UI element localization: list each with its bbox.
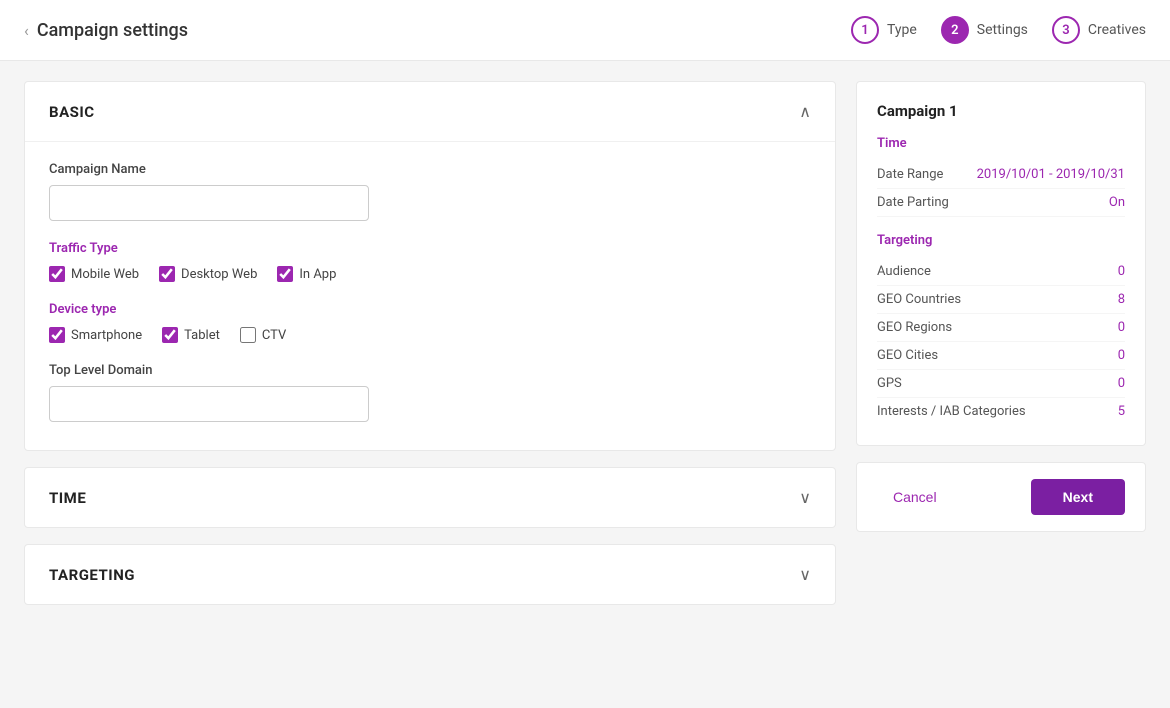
- targeting-section: TARGETING ∨: [24, 544, 836, 605]
- summary-iab-row: Interests / IAB Categories 5: [877, 398, 1125, 425]
- summary-gps-key: GPS: [877, 376, 902, 391]
- time-section-header[interactable]: TIME ∨: [25, 468, 835, 527]
- step-3[interactable]: 3 Creatives: [1052, 16, 1146, 44]
- ctv-label: CTV: [262, 328, 286, 343]
- step-3-label: Creatives: [1088, 22, 1146, 38]
- summary-date-parting-row: Date Parting On: [877, 189, 1125, 217]
- left-panel: BASIC ∧ Campaign Name Traffic Type Mobil…: [24, 81, 836, 688]
- summary-date-parting-key: Date Parting: [877, 195, 949, 210]
- summary-targeting-label: Targeting: [877, 233, 1125, 248]
- cancel-button[interactable]: Cancel: [877, 479, 953, 515]
- device-type-smartphone[interactable]: Smartphone: [49, 327, 142, 343]
- summary-geo-countries-key: GEO Countries: [877, 292, 961, 307]
- page-title: Campaign settings: [37, 20, 188, 41]
- top-level-domain-label: Top Level Domain: [49, 363, 811, 378]
- smartphone-label: Smartphone: [71, 328, 142, 343]
- summary-audience-key: Audience: [877, 264, 931, 279]
- campaign-name-input[interactable]: [49, 185, 369, 221]
- campaign-name-label: Campaign Name: [49, 162, 811, 177]
- step-2[interactable]: 2 Settings: [941, 16, 1028, 44]
- basic-section-header[interactable]: BASIC ∧: [25, 82, 835, 142]
- targeting-section-title: TARGETING: [49, 566, 135, 584]
- summary-geo-countries-row: GEO Countries 8: [877, 286, 1125, 314]
- summary-time-label: Time: [877, 136, 1125, 151]
- summary-date-range-row: Date Range 2019/10/01 - 2019/10/31: [877, 161, 1125, 189]
- summary-date-parting-value: On: [1109, 195, 1125, 210]
- summary-audience-value: 0: [1118, 264, 1125, 279]
- summary-geo-cities-key: GEO Cities: [877, 348, 938, 363]
- summary-audience-row: Audience 0: [877, 258, 1125, 286]
- summary-iab-value: 5: [1118, 404, 1125, 419]
- summary-geo-regions-row: GEO Regions 0: [877, 314, 1125, 342]
- time-chevron-down-icon: ∨: [799, 488, 811, 507]
- summary-geo-regions-key: GEO Regions: [877, 320, 952, 335]
- in-app-label: In App: [299, 267, 336, 282]
- summary-geo-countries-value: 8: [1118, 292, 1125, 307]
- top-level-domain-field: Top Level Domain: [49, 363, 811, 422]
- basic-section-body: Campaign Name Traffic Type Mobile Web De…: [25, 142, 835, 450]
- page: ‹ Campaign settings 1 Type 2 Settings: [0, 0, 1170, 708]
- targeting-chevron-down-icon: ∨: [799, 565, 811, 584]
- targeting-section-header[interactable]: TARGETING ∨: [25, 545, 835, 604]
- header-left: ‹ Campaign settings: [24, 20, 188, 41]
- back-button[interactable]: ‹: [24, 21, 29, 40]
- summary-geo-cities-value: 0: [1118, 348, 1125, 363]
- mobile-web-checkbox[interactable]: [49, 266, 65, 282]
- step-2-label: Settings: [977, 22, 1028, 38]
- traffic-type-group: Mobile Web Desktop Web In App: [49, 266, 811, 282]
- time-section-title: TIME: [49, 489, 86, 507]
- step-1[interactable]: 1 Type: [851, 16, 917, 44]
- summary-date-range-value: 2019/10/01 - 2019/10/31: [977, 167, 1125, 182]
- desktop-web-label: Desktop Web: [181, 267, 257, 282]
- top-level-domain-input[interactable]: [49, 386, 369, 422]
- device-type-ctv[interactable]: CTV: [240, 327, 286, 343]
- tablet-checkbox[interactable]: [162, 327, 178, 343]
- action-card: Cancel Next: [856, 462, 1146, 532]
- traffic-type-desktop-web[interactable]: Desktop Web: [159, 266, 257, 282]
- right-panel: Campaign 1 Time Date Range 2019/10/01 - …: [856, 81, 1146, 688]
- basic-chevron-up-icon: ∧: [799, 102, 811, 121]
- basic-section-title: BASIC: [49, 103, 95, 121]
- next-button[interactable]: Next: [1031, 479, 1125, 515]
- ctv-checkbox[interactable]: [240, 327, 256, 343]
- step-1-circle: 1: [851, 16, 879, 44]
- device-type-tablet[interactable]: Tablet: [162, 327, 220, 343]
- desktop-web-checkbox[interactable]: [159, 266, 175, 282]
- mobile-web-label: Mobile Web: [71, 267, 139, 282]
- summary-card: Campaign 1 Time Date Range 2019/10/01 - …: [856, 81, 1146, 446]
- smartphone-checkbox[interactable]: [49, 327, 65, 343]
- traffic-type-label: Traffic Type: [49, 241, 811, 256]
- device-type-group: Smartphone Tablet CTV: [49, 327, 811, 343]
- summary-geo-cities-row: GEO Cities 0: [877, 342, 1125, 370]
- summary-campaign-title: Campaign 1: [877, 102, 1125, 120]
- main-content: BASIC ∧ Campaign Name Traffic Type Mobil…: [0, 61, 1170, 708]
- in-app-checkbox[interactable]: [277, 266, 293, 282]
- summary-date-range-key: Date Range: [877, 167, 943, 182]
- traffic-type-mobile-web[interactable]: Mobile Web: [49, 266, 139, 282]
- tablet-label: Tablet: [184, 328, 220, 343]
- header: ‹ Campaign settings 1 Type 2 Settings: [0, 0, 1170, 61]
- step-3-circle: 3: [1052, 16, 1080, 44]
- summary-iab-key: Interests / IAB Categories: [877, 404, 1026, 419]
- summary-geo-regions-value: 0: [1118, 320, 1125, 335]
- time-section: TIME ∨: [24, 467, 836, 528]
- summary-gps-row: GPS 0: [877, 370, 1125, 398]
- steps-nav: 1 Type 2 Settings 3 Creatives: [851, 16, 1146, 44]
- device-type-label: Device type: [49, 302, 811, 317]
- traffic-type-in-app[interactable]: In App: [277, 266, 336, 282]
- summary-gps-value: 0: [1118, 376, 1125, 391]
- basic-section: BASIC ∧ Campaign Name Traffic Type Mobil…: [24, 81, 836, 451]
- step-2-circle: 2: [941, 16, 969, 44]
- step-1-label: Type: [887, 22, 917, 38]
